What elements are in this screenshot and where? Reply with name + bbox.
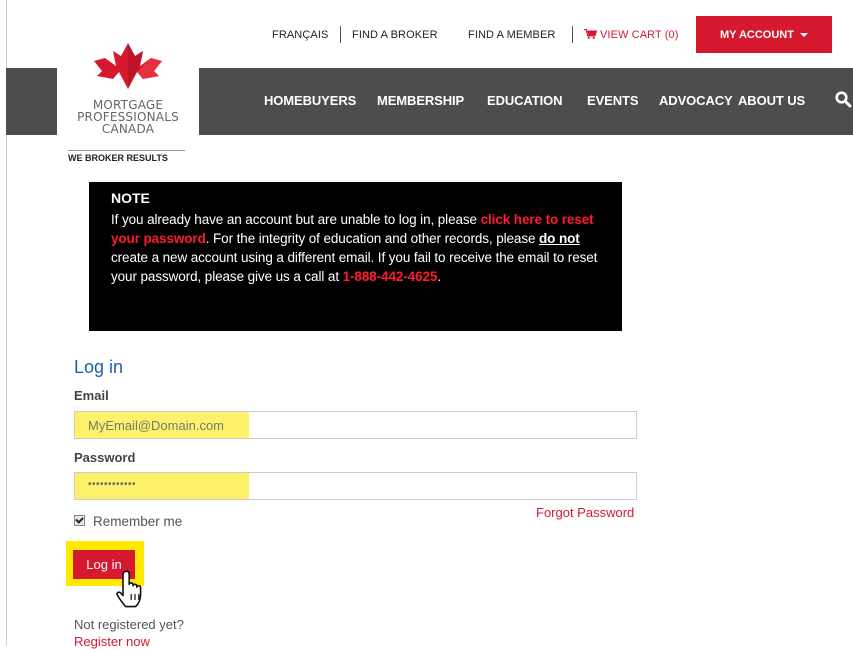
- logo-line-3: CANADA: [101, 122, 155, 136]
- logo-divider: [68, 150, 185, 151]
- not-registered-text: Not registered yet?: [74, 617, 184, 632]
- forgot-password-link[interactable]: Forgot Password: [536, 505, 634, 520]
- note-text: .: [437, 269, 441, 284]
- site-logo[interactable]: MORTGAGE PROFESSIONALS CANADA: [57, 40, 199, 136]
- account-note: NOTE If you already have an account but …: [89, 182, 622, 331]
- maple-leaf-icon: [94, 43, 162, 89]
- phone-link[interactable]: 1-888-442-4625: [343, 269, 438, 284]
- view-cart-label: VIEW CART (0): [600, 29, 679, 41]
- note-body: If you already have an account but are u…: [111, 210, 598, 286]
- email-value: MyEmail@Domain.com: [88, 418, 224, 433]
- nav-homebuyers[interactable]: HOMEBUYERS: [264, 93, 356, 108]
- view-cart-link[interactable]: VIEW CART (0): [584, 29, 679, 41]
- find-broker-link[interactable]: FIND A BROKER: [352, 29, 438, 41]
- language-link[interactable]: FRANÇAIS: [272, 29, 328, 41]
- note-title: NOTE: [111, 190, 150, 206]
- checkbox-icon[interactable]: [74, 515, 85, 526]
- register-link[interactable]: Register now: [74, 634, 150, 649]
- email-label: Email: [74, 388, 109, 403]
- password-field[interactable]: ••••••••••••: [74, 472, 637, 500]
- remember-me[interactable]: Remember me: [74, 514, 182, 529]
- nav-education[interactable]: EDUCATION: [487, 93, 563, 108]
- nav-advocacy[interactable]: ADVOCACY: [659, 93, 733, 108]
- remember-label: Remember me: [93, 514, 183, 529]
- search-icon[interactable]: [835, 91, 852, 108]
- hand-pointer-icon: [116, 570, 142, 608]
- divider: [572, 26, 573, 43]
- nav-about-us[interactable]: ABOUT US: [738, 93, 805, 108]
- my-account-button[interactable]: MY ACCOUNT: [696, 16, 832, 53]
- caret-down-icon: [799, 32, 808, 37]
- note-text: If you already have an account but are u…: [111, 212, 481, 227]
- note-text: . For the integrity of education and oth…: [205, 231, 540, 246]
- nav-membership[interactable]: MEMBERSHIP: [377, 93, 464, 108]
- note-emphasis: do not: [539, 231, 580, 246]
- email-field[interactable]: MyEmail@Domain.com: [74, 411, 637, 439]
- divider: [340, 26, 341, 43]
- logo-tagline: WE BROKER RESULTS: [68, 153, 168, 163]
- nav-events[interactable]: EVENTS: [587, 93, 639, 108]
- password-label: Password: [74, 450, 136, 465]
- password-value: ••••••••••••: [88, 479, 137, 490]
- my-account-label: MY ACCOUNT: [720, 28, 794, 41]
- login-heading: Log in: [74, 357, 124, 377]
- cart-icon: [584, 29, 597, 39]
- find-member-link[interactable]: FIND A MEMBER: [468, 29, 555, 41]
